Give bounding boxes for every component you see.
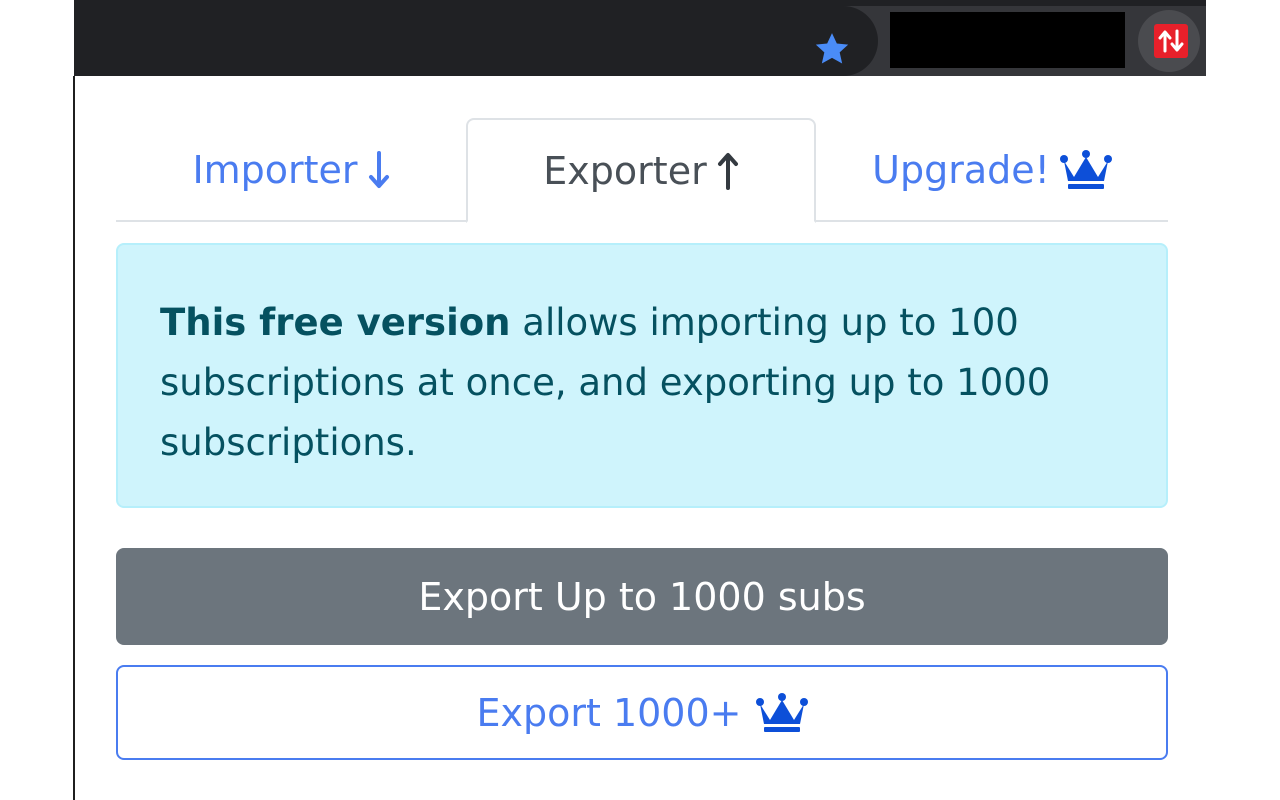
tab-exporter-label: Exporter <box>543 148 707 193</box>
address-bar[interactable] <box>74 6 878 76</box>
import-export-arrows-icon <box>1154 24 1188 58</box>
nav-tabs: Importer Exporter Upgrade! <box>116 118 1168 223</box>
free-version-alert: This free version allows importing up to… <box>116 243 1168 508</box>
page-margin-left <box>0 0 74 800</box>
export-free-label: Export Up to 1000 subs <box>418 574 866 619</box>
export-premium-label: Export 1000+ <box>476 690 742 735</box>
star-icon[interactable] <box>812 29 852 69</box>
popup-left-border <box>73 76 75 800</box>
browser-toolbar <box>74 0 1206 76</box>
arrow-down-icon <box>368 151 389 188</box>
tab-upgrade-label: Upgrade! <box>872 148 1050 192</box>
arrow-up-icon <box>717 152 738 190</box>
alert-bold-text: This free version <box>160 301 511 344</box>
tab-upgrade[interactable]: Upgrade! <box>816 118 1168 222</box>
crown-icon <box>755 692 808 732</box>
tab-importer[interactable]: Importer <box>116 118 466 222</box>
tab-importer-label: Importer <box>192 148 358 192</box>
tab-exporter[interactable]: Exporter <box>466 118 816 223</box>
extension-popup-screenshot: Importer Exporter Upgrade! This free ver… <box>0 0 1280 800</box>
crown-icon <box>1059 150 1112 189</box>
export-free-button[interactable]: Export Up to 1000 subs <box>116 548 1168 645</box>
export-premium-button[interactable]: Export 1000+ <box>116 665 1168 760</box>
redacted-region <box>890 12 1125 68</box>
page-margin-right <box>1206 0 1280 800</box>
extension-button[interactable] <box>1138 10 1200 72</box>
